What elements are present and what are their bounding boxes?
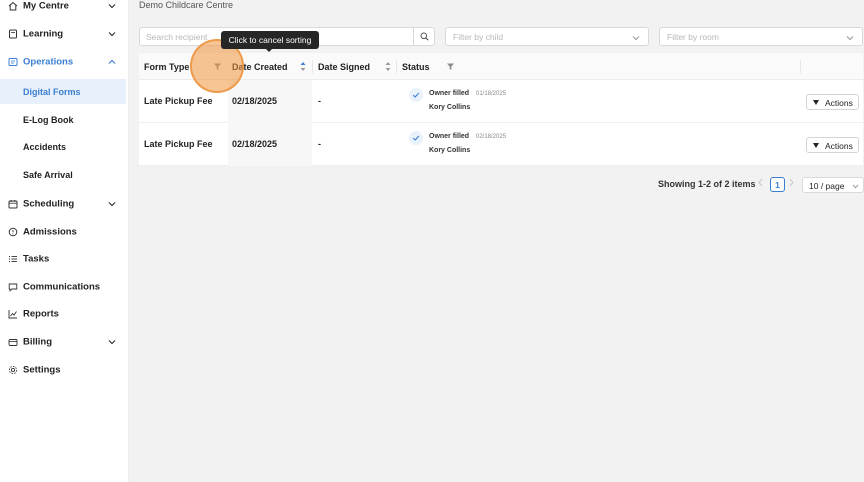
chevron-down-icon [846, 36, 854, 41]
chevron-down-icon [108, 4, 116, 9]
status-cell: Owner filled 01/18/2025 Kory Collins [409, 88, 549, 116]
sidebar-subitem-label: Accidents [23, 141, 67, 152]
sidebar-item-label: My Centre [23, 0, 69, 12]
status-cell: Owner filled 02/18/2025 Kory Collins [409, 131, 549, 159]
column-header-date-signed[interactable]: Date Signed [318, 53, 370, 80]
sidebar-item-label: Operations [23, 56, 74, 68]
sidebar-item-label: Tasks [23, 253, 50, 265]
sidebar-item-label: Billing [23, 336, 53, 348]
operations-icon [8, 57, 18, 67]
search-icon [420, 32, 429, 41]
sidebar-subitem-safe-arrival[interactable]: Safe Arrival [0, 162, 126, 187]
column-header-status[interactable]: Status [402, 53, 430, 80]
actions-dropdown-button[interactable]: Actions [806, 137, 859, 153]
sidebar-item-reports[interactable]: Reports [0, 301, 128, 327]
select-placeholder: Filter by room [667, 31, 719, 42]
chevron-down-icon [108, 202, 116, 207]
sidebar-subitem-digital-forms[interactable]: Digital Forms [0, 79, 126, 104]
filter-by-child-select[interactable]: Filter by child [445, 27, 649, 46]
gear-icon [8, 365, 18, 375]
sidebar-subitem-label: E-Log Book [23, 114, 74, 125]
tasks-icon [8, 254, 18, 264]
breadcrumb[interactable]: Demo Childcare Centre [139, 0, 233, 10]
sidebar-item-billing[interactable]: Billing [0, 329, 128, 355]
previous-page-button[interactable] [757, 178, 767, 190]
sidebar-item-label: Scheduling [23, 198, 75, 210]
chart-icon [8, 309, 18, 319]
sort-arrows-icon[interactable] [385, 61, 391, 72]
sidebar-item-scheduling[interactable]: Scheduling [0, 191, 128, 217]
page-size-label: 10 / page [809, 181, 845, 191]
sidebar-item-label: Reports [23, 308, 59, 320]
sidebar-item-label: Settings [23, 364, 61, 376]
sidebar-item-tasks[interactable]: Tasks [0, 246, 128, 272]
sidebar-subitem-label: Safe Arrival [23, 169, 73, 180]
column-label: Status [402, 61, 430, 72]
sort-tooltip: Click to cancel sorting [221, 31, 319, 49]
actions-label: Actions [825, 98, 853, 108]
date-created-cell: 02/18/2025 [232, 139, 278, 149]
column-label: Form Type [144, 61, 190, 72]
sidebar-item-admissions[interactable]: Admissions [0, 219, 128, 245]
table-row[interactable]: Late Pickup Fee 02/18/2025 - Owner fille… [139, 80, 863, 123]
column-header-form-type[interactable]: Form Type [144, 53, 189, 80]
tooltip-arrow [265, 48, 273, 52]
sidebar-item-learning[interactable]: Learning [0, 21, 128, 47]
chevron-right-icon [789, 178, 794, 187]
search-button[interactable] [413, 28, 434, 45]
select-placeholder: Filter by child [453, 31, 504, 42]
filter-icon[interactable] [446, 62, 455, 71]
sidebar-subitem-e-log-book[interactable]: E-Log Book [0, 107, 126, 132]
sidebar-item-label: Admissions [23, 226, 77, 238]
calendar-icon [8, 199, 18, 209]
date-signed-cell: - [318, 96, 321, 106]
sidebar-item-label: Learning [23, 28, 64, 40]
book-icon [8, 29, 18, 39]
next-page-button[interactable] [788, 178, 798, 190]
digital-forms-table: Form Type Date Created Date Signed Statu… [139, 53, 863, 166]
status-text: Owner filled [429, 90, 470, 97]
sidebar-subitem-accidents[interactable]: Accidents [0, 134, 126, 159]
chevron-left-icon [758, 178, 763, 187]
chevron-down-icon [108, 32, 116, 37]
table-header: Form Type Date Created Date Signed Statu… [139, 53, 863, 80]
sidebar-item-communications[interactable]: Communications [0, 274, 128, 300]
sidebar-item-settings[interactable]: Settings [0, 357, 128, 383]
caret-down-icon [813, 143, 819, 148]
status-date: 01/18/2025 [476, 91, 507, 97]
sidebar: My Centre Learning Operations Digital Fo… [0, 0, 129, 482]
signer-name: Kory Collins [429, 104, 471, 111]
table-row[interactable]: Late Pickup Fee 02/18/2025 - Owner fille… [139, 123, 863, 166]
status-text: Owner filled [429, 133, 470, 140]
column-label: Date Signed [318, 61, 371, 72]
chevron-down-icon [108, 340, 116, 345]
date-created-cell: 02/18/2025 [232, 96, 278, 106]
chevron-down-icon [852, 184, 859, 189]
sidebar-item-label: Communications [23, 281, 101, 293]
page-size-select[interactable]: 10 / page [802, 177, 864, 193]
admissions-icon [8, 227, 18, 237]
form-type-cell: Late Pickup Fee [144, 96, 213, 106]
check-icon [409, 131, 423, 145]
form-type-cell: Late Pickup Fee [144, 139, 213, 149]
home-icon [8, 1, 18, 11]
filter-by-room-select[interactable]: Filter by room [659, 27, 863, 46]
signer-name: Kory Collins [429, 147, 471, 154]
date-signed-cell: - [318, 139, 321, 149]
sidebar-item-operations[interactable]: Operations [0, 49, 128, 75]
actions-label: Actions [825, 141, 853, 151]
check-icon [409, 88, 423, 102]
pagination-summary: Showing 1-2 of 2 items [658, 179, 756, 189]
caret-down-icon [813, 100, 819, 105]
page-button-1[interactable]: 1 [770, 177, 785, 192]
status-date: 02/18/2025 [476, 134, 507, 140]
chevron-down-icon [632, 36, 640, 41]
sidebar-item-my-centre[interactable]: My Centre [0, 0, 128, 19]
sidebar-subitem-label: Digital Forms [23, 86, 81, 97]
wallet-icon [8, 337, 18, 347]
actions-dropdown-button[interactable]: Actions [806, 94, 859, 110]
sort-arrows-icon[interactable] [300, 61, 306, 72]
chat-icon [8, 282, 18, 292]
chevron-up-icon [108, 59, 116, 64]
